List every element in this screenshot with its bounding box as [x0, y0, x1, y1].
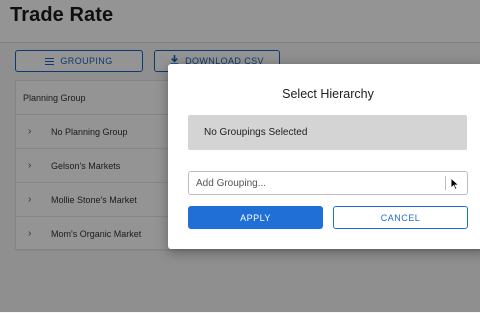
selected-groupings-box: No Groupings Selected [188, 115, 467, 150]
add-grouping-input[interactable] [189, 172, 445, 194]
cancel-button[interactable]: CANCEL [333, 206, 468, 229]
selected-groupings-text: No Groupings Selected [204, 127, 308, 138]
input-separator [445, 176, 446, 190]
select-hierarchy-dialog: Select Hierarchy No Groupings Selected A… [168, 64, 480, 249]
add-grouping-select[interactable] [188, 171, 468, 195]
apply-button[interactable]: APPLY [188, 206, 323, 229]
dialog-title: Select Hierarchy [282, 87, 374, 101]
mouse-cursor-icon [450, 177, 460, 191]
